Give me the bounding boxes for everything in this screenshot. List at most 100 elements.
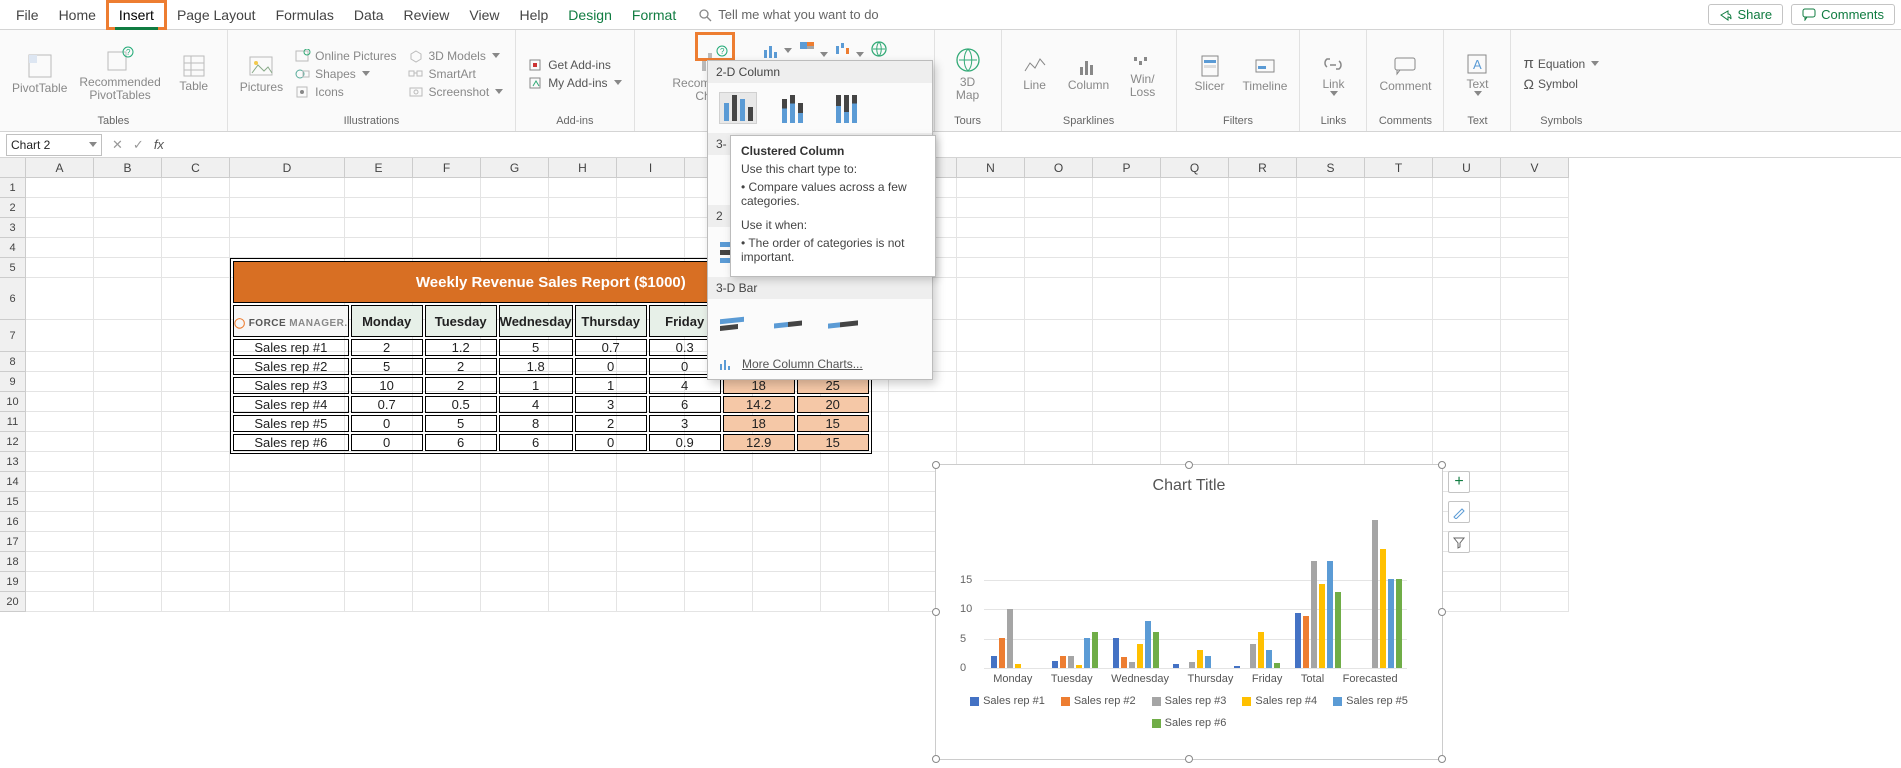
- cell[interactable]: [1501, 452, 1569, 472]
- chart-bar[interactable]: [1092, 632, 1098, 668]
- cell[interactable]: [413, 452, 481, 472]
- chart-bar[interactable]: [1007, 609, 1013, 668]
- cell[interactable]: [889, 432, 957, 452]
- row-header[interactable]: 11: [0, 412, 26, 432]
- cell[interactable]: [1025, 238, 1093, 258]
- cell[interactable]: [1501, 432, 1569, 452]
- row-header[interactable]: 20: [0, 592, 26, 612]
- chart-bar[interactable]: [1327, 561, 1333, 668]
- more-column-charts-link[interactable]: More Column Charts...: [708, 349, 932, 379]
- cell[interactable]: [1161, 352, 1229, 372]
- cell[interactable]: [617, 572, 685, 592]
- chart-bar[interactable]: [1060, 656, 1066, 668]
- cell[interactable]: [94, 392, 162, 412]
- cell[interactable]: [1161, 198, 1229, 218]
- cell[interactable]: [753, 472, 821, 492]
- cell[interactable]: [345, 592, 413, 612]
- row-header[interactable]: 10: [0, 392, 26, 412]
- cell[interactable]: [162, 372, 230, 392]
- chart-bar[interactable]: [1153, 632, 1159, 668]
- row-header[interactable]: 5: [0, 258, 26, 278]
- my-addins-button[interactable]: My Add-ins: [524, 75, 625, 91]
- resize-handle[interactable]: [1438, 755, 1446, 763]
- table-row-header[interactable]: Sales rep #4: [233, 396, 349, 413]
- cell[interactable]: [94, 320, 162, 352]
- cell[interactable]: [957, 320, 1025, 352]
- icons-button[interactable]: Icons: [291, 84, 400, 100]
- cell[interactable]: [821, 472, 889, 492]
- 3d-models-button[interactable]: 3D Models: [404, 48, 507, 64]
- cell[interactable]: [753, 452, 821, 472]
- cell[interactable]: [889, 392, 957, 412]
- cell[interactable]: [162, 572, 230, 592]
- cell[interactable]: [1161, 218, 1229, 238]
- cell[interactable]: [1093, 258, 1161, 278]
- cell[interactable]: [230, 472, 345, 492]
- table-cell[interactable]: 5: [499, 339, 573, 356]
- cell[interactable]: [1025, 218, 1093, 238]
- cell[interactable]: [413, 552, 481, 572]
- legend-item[interactable]: Sales rep #1: [970, 695, 1045, 707]
- table-cell[interactable]: 0: [351, 434, 423, 451]
- cell[interactable]: [685, 452, 753, 472]
- sparkline-column-button[interactable]: Column: [1064, 53, 1114, 94]
- table-row-header[interactable]: Sales rep #5: [233, 415, 349, 432]
- column-header[interactable]: I: [617, 158, 685, 178]
- table-cell[interactable]: 1: [575, 377, 647, 394]
- cell[interactable]: [413, 218, 481, 238]
- cell[interactable]: [162, 512, 230, 532]
- cell[interactable]: [1025, 178, 1093, 198]
- cell[interactable]: [1161, 258, 1229, 278]
- cell[interactable]: [162, 452, 230, 472]
- chart-bar[interactable]: [1250, 644, 1256, 668]
- column-header[interactable]: S: [1297, 158, 1365, 178]
- column-header[interactable]: U: [1433, 158, 1501, 178]
- cell[interactable]: [1501, 392, 1569, 412]
- cell[interactable]: [617, 178, 685, 198]
- tab-insert[interactable]: Insert: [106, 0, 167, 30]
- tab-review[interactable]: Review: [394, 3, 460, 27]
- cell[interactable]: [1297, 352, 1365, 372]
- table-row-header[interactable]: Sales rep #1: [233, 339, 349, 356]
- row-header[interactable]: 7: [0, 320, 26, 352]
- chart-bar[interactable]: [1396, 579, 1402, 668]
- cell[interactable]: [230, 178, 345, 198]
- sparkline-winloss-button[interactable]: Win/ Loss: [1118, 47, 1168, 101]
- cell[interactable]: [413, 178, 481, 198]
- cell[interactable]: [957, 238, 1025, 258]
- name-box[interactable]: Chart 2: [6, 134, 102, 156]
- table-column-header[interactable]: Wednesday: [499, 305, 573, 337]
- cell[interactable]: [345, 572, 413, 592]
- row-header[interactable]: 18: [0, 552, 26, 572]
- table-cell[interactable]: 6: [499, 434, 573, 451]
- cell[interactable]: [1501, 278, 1569, 320]
- chart-bar[interactable]: [1335, 592, 1341, 668]
- cell[interactable]: [1433, 278, 1501, 320]
- column-header[interactable]: C: [162, 158, 230, 178]
- cell[interactable]: [685, 572, 753, 592]
- fx-icon[interactable]: fx: [154, 137, 164, 152]
- cell[interactable]: [345, 198, 413, 218]
- tab-format[interactable]: Format: [622, 3, 686, 27]
- cell[interactable]: [1501, 178, 1569, 198]
- chart-bar[interactable]: [1274, 663, 1280, 668]
- cell[interactable]: [1161, 278, 1229, 320]
- cell[interactable]: [345, 492, 413, 512]
- row-header[interactable]: 19: [0, 572, 26, 592]
- cell[interactable]: [162, 238, 230, 258]
- cell[interactable]: [1433, 552, 1501, 572]
- chart-elements-button[interactable]: +: [1448, 471, 1470, 493]
- cell[interactable]: [1501, 320, 1569, 352]
- cell[interactable]: [162, 552, 230, 572]
- cell[interactable]: [1161, 432, 1229, 452]
- cell[interactable]: [26, 552, 94, 572]
- table-column-header[interactable]: Tuesday: [425, 305, 497, 337]
- cell[interactable]: [617, 452, 685, 472]
- cell[interactable]: [617, 472, 685, 492]
- cell[interactable]: [1025, 412, 1093, 432]
- cell[interactable]: [685, 592, 753, 612]
- cell[interactable]: [481, 238, 549, 258]
- cell[interactable]: [1093, 392, 1161, 412]
- chart-bar[interactable]: [1052, 661, 1058, 668]
- column-header[interactable]: Q: [1161, 158, 1229, 178]
